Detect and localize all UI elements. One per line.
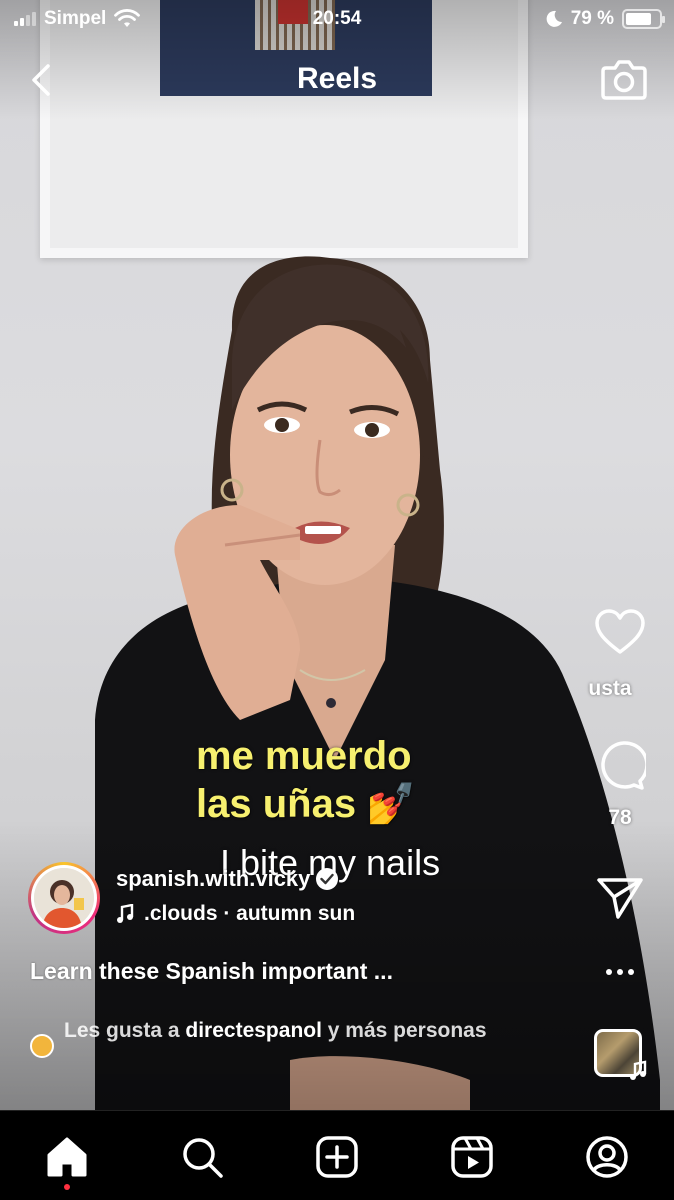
search-icon xyxy=(183,1138,223,1178)
music-note-icon xyxy=(630,1060,647,1080)
spanish-caption-line2: las uñas xyxy=(196,782,357,826)
liked-by-prefix: Les gusta a xyxy=(64,1019,186,1042)
paper-plane-icon xyxy=(597,878,643,919)
status-right: 79 % xyxy=(545,8,665,30)
post-caption[interactable]: Learn these Spanish important ... xyxy=(30,958,500,985)
like-label: usta xyxy=(588,677,632,700)
more-button[interactable] xyxy=(604,962,636,982)
liked-by-user[interactable]: directespanol xyxy=(185,1019,322,1042)
moon-icon xyxy=(546,10,562,27)
comment-button[interactable] xyxy=(596,741,649,791)
reels-icon xyxy=(451,1136,493,1178)
liked-by-avatar xyxy=(30,1034,54,1058)
account-username[interactable]: spanish.with.vicky xyxy=(116,866,339,892)
like-button[interactable] xyxy=(594,608,646,656)
tab-create[interactable] xyxy=(313,1133,361,1181)
tab-reels[interactable] xyxy=(448,1133,496,1181)
spanish-caption-line2-row: las uñas 💅 xyxy=(196,780,416,828)
camera-button[interactable] xyxy=(600,56,648,102)
battery-icon xyxy=(622,9,665,29)
profile-icon xyxy=(586,1136,628,1178)
avatar-ring xyxy=(31,865,97,931)
audio-track-link[interactable]: .clouds · autumn sun xyxy=(116,902,355,926)
account-avatar[interactable] xyxy=(28,862,100,934)
home-activity-dot xyxy=(64,1184,70,1190)
camera-icon xyxy=(601,60,647,100)
battery-level xyxy=(626,13,652,25)
liked-by-suffix: y más personas xyxy=(321,1019,487,1042)
music-note-icon xyxy=(117,904,134,923)
heart-icon xyxy=(595,609,645,654)
status-bar: Simpel 20:54 79 % xyxy=(0,0,674,38)
tab-profile[interactable] xyxy=(583,1133,631,1181)
more-icon xyxy=(606,969,634,975)
spanish-caption: me muerdo las uñas 💅 xyxy=(196,732,416,828)
spanish-caption-line1: me muerdo xyxy=(196,734,412,778)
verified-badge-icon xyxy=(316,868,339,890)
share-button[interactable] xyxy=(596,876,644,920)
plus-square-icon xyxy=(316,1136,358,1178)
username-text: spanish.with.vicky xyxy=(116,866,311,891)
reel-video[interactable] xyxy=(0,0,674,1110)
liked-by-text[interactable]: Les gusta a directespanol y más personas xyxy=(64,1016,504,1045)
page-title: Reels xyxy=(296,62,378,95)
comment-icon xyxy=(601,741,649,790)
comment-count: 78 xyxy=(608,806,632,829)
nail-polish-emoji: 💅 xyxy=(366,782,416,826)
tab-search[interactable] xyxy=(178,1133,226,1181)
tab-home[interactable] xyxy=(43,1133,91,1181)
battery-percent: 79 % xyxy=(570,8,614,29)
bottom-tab-bar xyxy=(0,1110,674,1200)
avatar-person-icon xyxy=(34,868,94,928)
avatar-image xyxy=(34,868,94,928)
home-icon xyxy=(47,1137,87,1177)
audio-track-name: .clouds · autumn sun xyxy=(144,902,356,925)
